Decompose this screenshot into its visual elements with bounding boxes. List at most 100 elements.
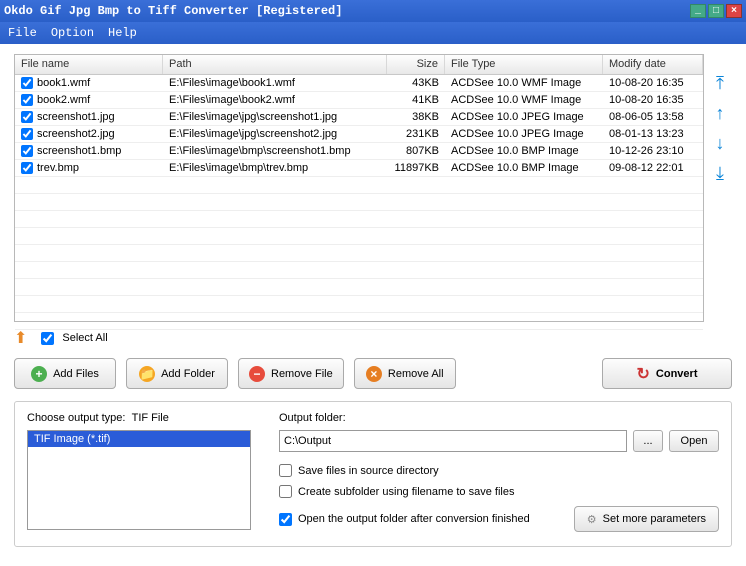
close-button[interactable]: × (726, 4, 742, 18)
create-subfolder-label: Create subfolder using filename to save … (298, 486, 514, 498)
output-folder-input[interactable] (279, 430, 627, 452)
row-path: E:\Files\image\book2.wmf (163, 92, 387, 108)
convert-button[interactable]: ↻Convert (602, 358, 732, 389)
col-size[interactable]: Size (387, 55, 445, 74)
create-subfolder-checkbox[interactable] (279, 485, 292, 498)
table-row[interactable]: book2.wmf E:\Files\image\book2.wmf41KBACD… (15, 92, 703, 109)
maximize-button[interactable]: □ (708, 4, 724, 18)
row-checkbox[interactable] (21, 77, 33, 89)
menu-file[interactable]: File (8, 26, 37, 40)
row-path: E:\Files\image\jpg\screenshot1.jpg (163, 109, 387, 125)
title-bar: Okdo Gif Jpg Bmp to Tiff Converter [Regi… (0, 0, 746, 22)
row-filename: book2.wmf (37, 94, 90, 106)
table-row[interactable]: book1.wmf E:\Files\image\book1.wmf43KBACD… (15, 75, 703, 92)
open-after-label: Open the output folder after conversion … (298, 513, 530, 525)
table-row[interactable]: trev.bmp E:\Files\image\bmp\trev.bmp11897… (15, 160, 703, 177)
add-files-button[interactable]: +Add Files (14, 358, 116, 389)
row-path: E:\Files\image\jpg\screenshot2.jpg (163, 126, 387, 142)
table-row[interactable] (15, 228, 703, 245)
window-title: Okdo Gif Jpg Bmp to Tiff Converter [Regi… (4, 4, 690, 18)
row-filename: screenshot1.bmp (37, 145, 121, 157)
row-type: ACDSee 10.0 BMP Image (445, 143, 603, 159)
col-modifydate[interactable]: Modify date (603, 55, 703, 74)
move-up-icon[interactable]: ↑ (716, 104, 725, 122)
row-date: 09-08-12 22:01 (603, 160, 703, 176)
remove-file-button[interactable]: −Remove File (238, 358, 344, 389)
table-row[interactable]: screenshot1.bmp E:\Files\image\bmp\screen… (15, 143, 703, 160)
list-rows: book1.wmfE:\Files\image\book1.wmf43KBACD… (15, 75, 703, 321)
row-path: E:\Files\image\book1.wmf (163, 75, 387, 91)
remove-all-button[interactable]: ×Remove All (354, 358, 456, 389)
convert-icon: ↻ (637, 364, 650, 384)
table-row[interactable] (15, 194, 703, 211)
row-path: E:\Files\image\bmp\screenshot1.bmp (163, 143, 387, 159)
row-checkbox[interactable] (21, 162, 33, 174)
output-type-list[interactable]: TIF Image (*.tif) (27, 430, 251, 530)
minus-icon: − (249, 366, 265, 382)
folder-icon: 📁 (139, 366, 155, 382)
add-folder-button[interactable]: 📁Add Folder (126, 358, 228, 389)
row-checkbox[interactable] (21, 94, 33, 106)
row-filename: screenshot2.jpg (37, 128, 115, 140)
table-row[interactable] (15, 245, 703, 262)
move-bottom-icon[interactable]: ⤓ (716, 164, 724, 182)
select-all-checkbox[interactable] (41, 332, 54, 345)
row-date: 10-08-20 16:35 (603, 75, 703, 91)
row-checkbox[interactable] (21, 145, 33, 157)
menu-option[interactable]: Option (51, 26, 94, 40)
browse-button[interactable]: ... (633, 430, 663, 452)
output-type-value: TIF File (132, 412, 169, 424)
row-size: 43KB (387, 75, 445, 91)
save-source-label: Save files in source directory (298, 465, 439, 477)
row-filename: screenshot1.jpg (37, 111, 115, 123)
output-type-item[interactable]: TIF Image (*.tif) (28, 431, 250, 447)
output-type-label: Choose output type: (27, 412, 125, 424)
table-row[interactable] (15, 313, 703, 330)
table-row[interactable]: screenshot1.jpg E:\Files\image\jpg\screen… (15, 109, 703, 126)
open-after-checkbox[interactable] (279, 513, 292, 526)
row-date: 08-01-13 13:23 (603, 126, 703, 142)
col-filetype[interactable]: File Type (445, 55, 603, 74)
row-size: 41KB (387, 92, 445, 108)
row-filename: book1.wmf (37, 77, 90, 89)
col-path[interactable]: Path (163, 55, 387, 74)
menu-bar: File Option Help (0, 22, 746, 44)
select-all-label: Select All (62, 332, 107, 344)
move-top-icon[interactable]: ⤒ (716, 74, 724, 92)
minimize-button[interactable]: _ (690, 4, 706, 18)
more-parameters-button[interactable]: ⚙Set more parameters (574, 506, 719, 532)
save-source-checkbox[interactable] (279, 464, 292, 477)
table-row[interactable] (15, 262, 703, 279)
list-headers: File name Path Size File Type Modify dat… (15, 55, 703, 75)
file-list: File name Path Size File Type Modify dat… (14, 54, 704, 322)
row-checkbox[interactable] (21, 128, 33, 140)
row-type: ACDSee 10.0 JPEG Image (445, 109, 603, 125)
row-date: 10-08-20 16:35 (603, 92, 703, 108)
plus-icon: + (31, 366, 47, 382)
table-row[interactable] (15, 296, 703, 313)
row-size: 807KB (387, 143, 445, 159)
row-type: ACDSee 10.0 WMF Image (445, 75, 603, 91)
row-filename: trev.bmp (37, 162, 79, 174)
col-filename[interactable]: File name (15, 55, 163, 74)
row-date: 08-06-05 13:58 (603, 109, 703, 125)
row-path: E:\Files\image\bmp\trev.bmp (163, 160, 387, 176)
gear-icon: ⚙ (587, 513, 597, 526)
row-checkbox[interactable] (21, 111, 33, 123)
row-size: 231KB (387, 126, 445, 142)
row-size: 11897KB (387, 160, 445, 176)
menu-help[interactable]: Help (108, 26, 137, 40)
reorder-buttons: ⤒ ↑ ↓ ⤓ (708, 54, 732, 322)
row-type: ACDSee 10.0 WMF Image (445, 92, 603, 108)
table-row[interactable]: screenshot2.jpg E:\Files\image\jpg\screen… (15, 126, 703, 143)
open-folder-button[interactable]: Open (669, 430, 719, 452)
row-size: 38KB (387, 109, 445, 125)
row-type: ACDSee 10.0 BMP Image (445, 160, 603, 176)
up-folder-icon[interactable]: ⬆ (14, 328, 27, 348)
output-folder-label: Output folder: (279, 412, 719, 424)
row-date: 10-12-26 23:10 (603, 143, 703, 159)
table-row[interactable] (15, 177, 703, 194)
table-row[interactable] (15, 279, 703, 296)
table-row[interactable] (15, 211, 703, 228)
move-down-icon[interactable]: ↓ (716, 134, 725, 152)
